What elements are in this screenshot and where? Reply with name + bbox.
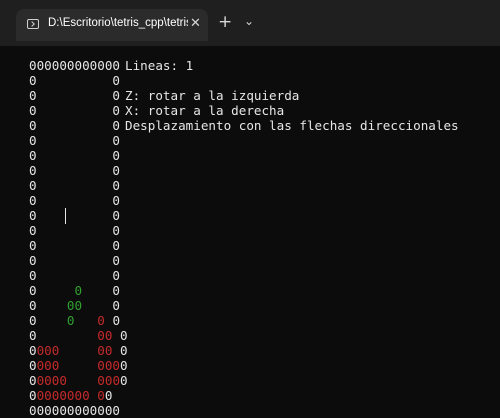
lines-counter: Lineas: 1	[125, 58, 194, 73]
board-row: 0 0	[29, 268, 120, 283]
plus-icon[interactable]: +	[218, 13, 232, 31]
help-line: Z: rotar a la izquierda	[125, 88, 300, 103]
terminal-tab[interactable]: D:\Escritorio\tetris_cpp\tetris_ ✕	[16, 9, 208, 41]
board-row: 0 0	[29, 253, 120, 268]
board-row: 0 0	[29, 193, 120, 208]
board-row: 0 0 0	[29, 283, 121, 298]
help-line: X: rotar a la derecha	[125, 103, 285, 118]
board-row: 0 0	[29, 88, 120, 103]
chevron-down-icon[interactable]: ⌄	[244, 14, 254, 28]
help-line: Desplazamiento con las flechas direccion…	[125, 118, 459, 133]
board-row: 00000 0000	[29, 373, 128, 388]
board-row: 0 0	[29, 163, 120, 178]
board-row: 0000 0000	[29, 358, 128, 373]
board-row: 0 0	[29, 223, 120, 238]
board-row: 0 0	[29, 238, 120, 253]
board-row: 0 0	[29, 208, 120, 223]
text-cursor	[65, 208, 66, 224]
board-row: 00000000 00	[29, 388, 113, 403]
terminal-output[interactable]: 000000000000 Lineas: 1 0 0 0 0 Z: rotar …	[0, 46, 500, 418]
tab-title: D:\Escritorio\tetris_cpp\tetris_	[48, 17, 188, 29]
board-row: 0 0	[29, 118, 120, 133]
close-icon[interactable]: ✕	[190, 16, 201, 31]
title-bar: D:\Escritorio\tetris_cpp\tetris_ ✕ + ⌄	[0, 0, 500, 46]
board-row: 0 0	[29, 133, 120, 148]
board-row: 0 00 0	[29, 328, 128, 343]
board-row: 0 0	[29, 148, 120, 163]
board-row: 0 0	[29, 103, 120, 118]
board-row: 0000 00 0	[29, 343, 128, 358]
board-row: 0 0	[29, 178, 120, 193]
board-row: 0 0	[29, 73, 120, 88]
terminal-icon	[27, 19, 39, 29]
board-row: 0 00 0	[29, 298, 121, 313]
board-row: 000000000000	[29, 58, 120, 73]
board-row: 000000000000	[29, 403, 120, 418]
board-row: 0 0 0 0	[29, 313, 121, 328]
